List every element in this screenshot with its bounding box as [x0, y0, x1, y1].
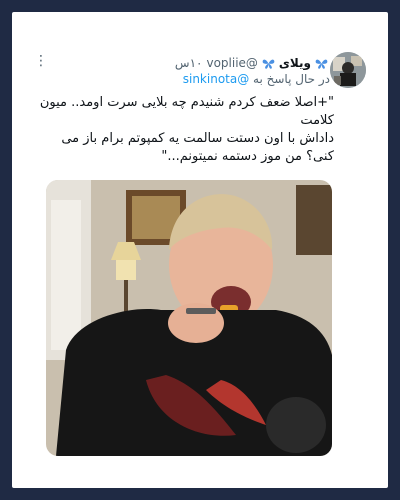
child-eating-photo [46, 180, 332, 456]
avatar-image [330, 52, 366, 88]
tweet-header: ویلای @vopliie ۱۰س [175, 56, 328, 70]
reply-prefix: در حال پاسخ به [253, 72, 330, 86]
tweet-card: ویلای @vopliie ۱۰س ⋮ در حال پاسخ به @sin… [12, 12, 388, 488]
tweet-text-line: "+اصلا ضعف کردم شنیدم چه بلایی سرت اومد.… [39, 95, 334, 128]
display-name[interactable]: ویلای [279, 56, 311, 70]
timestamp[interactable]: ۱۰س [175, 56, 203, 70]
user-handle[interactable]: @vopliie [206, 56, 257, 70]
tweet-text-line: داداش با اون دستت سالمت یه کمپوتم برام ب… [61, 131, 334, 164]
reply-to-link[interactable]: @sinkinota [183, 72, 249, 86]
more-options-icon[interactable]: ⋮ [34, 54, 48, 68]
butterfly-icon [262, 57, 275, 70]
tweet-text: "+اصلا ضعف کردم شنیدم چه بلایی سرت اومد.… [34, 94, 334, 166]
butterfly-icon [315, 57, 328, 70]
avatar[interactable] [330, 52, 366, 88]
reply-context: در حال پاسخ به @sinkinota [183, 72, 330, 86]
tweet-media-image[interactable] [46, 180, 332, 456]
